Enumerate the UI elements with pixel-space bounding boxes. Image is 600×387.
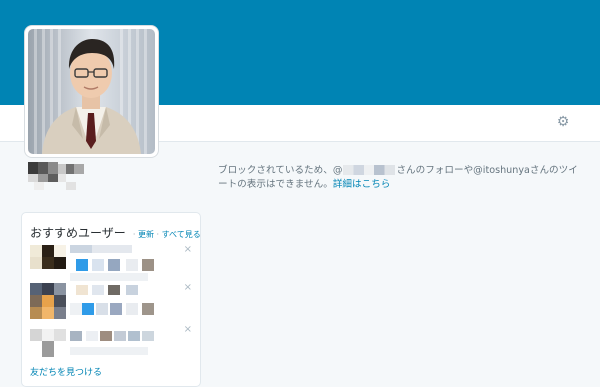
- recommended-users-links: · 更新 · すべて見る: [133, 230, 201, 239]
- dismiss-recommendation-icon[interactable]: ×: [184, 283, 192, 293]
- blocked-message-middle: さんのフォローや@itoshunya: [396, 165, 530, 176]
- avatar[interactable]: [25, 26, 158, 157]
- avatar-image: [28, 29, 155, 154]
- view-all-link[interactable]: すべて見る: [162, 230, 201, 239]
- gear-icon[interactable]: ⚙: [556, 115, 570, 129]
- recommended-user[interactable]: ×: [30, 283, 198, 321]
- dismiss-recommendation-icon[interactable]: ×: [184, 245, 192, 255]
- refresh-link[interactable]: 更新: [138, 230, 154, 239]
- blocked-message-prefix: ブロックされているため、@: [218, 165, 343, 176]
- recommended-users-card: おすすめユーザー · 更新 · すべて見る × × × 友だちを見つける: [21, 212, 201, 387]
- find-friends-link[interactable]: 友だちを見つける: [30, 365, 102, 378]
- blocked-username-censored: [343, 165, 396, 175]
- recommended-user[interactable]: ×: [30, 245, 198, 283]
- recommended-users-header: おすすめユーザー · 更新 · すべて見る: [30, 222, 201, 241]
- recommended-users-title: おすすめユーザー: [30, 226, 126, 240]
- avatar-photo: [28, 29, 155, 154]
- dismiss-recommendation-icon[interactable]: ×: [184, 325, 192, 335]
- separator: ·: [156, 230, 160, 239]
- separator: ·: [132, 230, 136, 239]
- learn-more-link[interactable]: 詳細はこちら: [333, 179, 391, 190]
- recommended-user[interactable]: ×: [30, 325, 198, 363]
- blocked-message: ブロックされているため、@ さんのフォローや@itoshunyaさんのツイートの表…: [218, 164, 583, 192]
